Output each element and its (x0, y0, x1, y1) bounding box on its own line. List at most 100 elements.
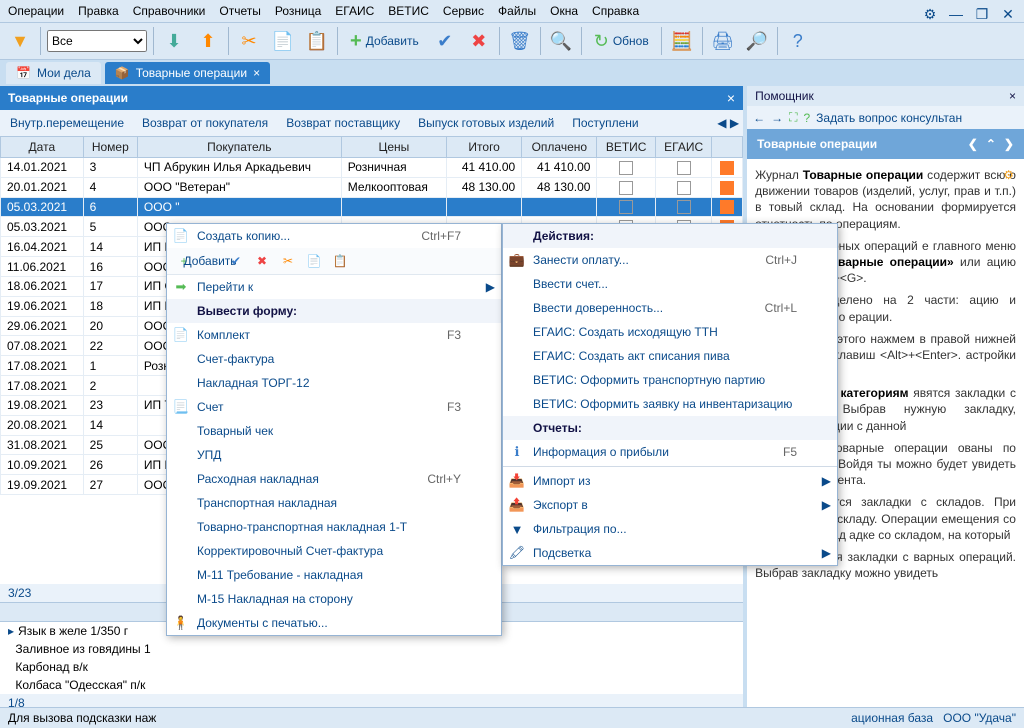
subtab[interactable]: Возврат поставщику (286, 116, 400, 130)
ctx-form-item[interactable]: 📃СчетF3 (167, 395, 501, 419)
close-panel-icon[interactable]: × (727, 90, 735, 106)
subtab[interactable]: Выпуск готовых изделий (418, 116, 554, 130)
grid-header[interactable]: ЕГАИС (655, 137, 712, 158)
expand-icon[interactable]: ⛶ (789, 110, 797, 125)
close-icon[interactable]: ✕ (998, 4, 1018, 24)
menu-item[interactable]: Правка (78, 4, 119, 18)
scroll-right-icon[interactable]: ◀ ▶ (713, 114, 743, 132)
ctx-form-item[interactable]: 🧍Документы с печатью... (167, 611, 501, 635)
menu-item[interactable]: Отчеты (219, 4, 260, 18)
menu-item[interactable]: Справочники (133, 4, 206, 18)
refresh-button[interactable]: ↻Обнов (588, 27, 655, 55)
nav-left-icon[interactable]: ❮ (968, 137, 978, 151)
calc-icon[interactable]: 🧮 (668, 27, 696, 55)
move-up-icon[interactable]: ⬆ (194, 27, 222, 55)
menu-item[interactable]: Окна (550, 4, 578, 18)
trash-icon[interactable]: 🗑 (506, 27, 534, 55)
paste-icon[interactable]: 📋 (331, 252, 349, 270)
menu-item[interactable]: Справка (592, 4, 639, 18)
menu-item[interactable]: ЕГАИС (335, 4, 374, 18)
menu-item[interactable]: Файлы (498, 4, 536, 18)
add-label[interactable]: Добавить (201, 252, 219, 270)
table-row[interactable]: 05.03.20216ООО " (1, 197, 743, 217)
table-row[interactable]: 14.01.20213ЧП Абрукин Илья АркадьевичРоз… (1, 158, 743, 178)
type-select[interactable]: Все (47, 30, 147, 52)
ctx-copy[interactable]: 📄Создать копию...Ctrl+F7 (167, 224, 501, 248)
forward-icon[interactable]: → (771, 111, 783, 125)
ctx-action-item[interactable]: ВЕТИС: Оформить заявку на инвентаризацию (503, 392, 837, 416)
ctx-form-item[interactable]: Корректировочный Счет-фактура (167, 539, 501, 563)
maximize-icon[interactable]: ❐ (972, 4, 992, 24)
ctx-action-item[interactable]: Ввести доверенность...Ctrl+L (503, 296, 837, 320)
gear-icon[interactable]: ⚙ (920, 4, 940, 24)
grid-header[interactable]: Оплачено (522, 137, 597, 158)
list-item[interactable]: Карбонад в/к (0, 658, 743, 676)
grid-header[interactable] (712, 137, 743, 158)
ctx-other-item[interactable]: 📥Импорт из▶ (503, 469, 837, 493)
ctx-form-item[interactable]: Накладная ТОРГ-12 (167, 371, 501, 395)
ctx-action-item[interactable]: ЕГАИС: Создать исходящую ТТН (503, 320, 837, 344)
filter-icon[interactable]: ▼ (6, 27, 34, 55)
ctx-form-item[interactable]: М-15 Накладная на сторону (167, 587, 501, 611)
settings-gear-icon[interactable]: ⚙ (1003, 167, 1014, 183)
nav-right-icon[interactable]: ❯ (1004, 137, 1014, 151)
ctx-form-item[interactable]: 📄КомплектF3 (167, 323, 501, 347)
ctx-action-item[interactable]: Ввести счет... (503, 272, 837, 296)
tab-mydeals[interactable]: 📅Мои дела (6, 62, 101, 84)
tab-goods-ops[interactable]: 📦Товарные операции× (105, 62, 270, 84)
list-item[interactable]: Заливное из говядины 1 (0, 640, 743, 658)
ctx-form-item[interactable]: Счет-фактура (167, 347, 501, 371)
menu-item[interactable]: ВЕТИС (388, 4, 429, 18)
ctx-form-item[interactable]: Транспортная накладная (167, 491, 501, 515)
ctx-form-item[interactable]: Товарно-транспортная накладная 1-Т (167, 515, 501, 539)
list-item[interactable]: Колбаса "Одесская" п/к (0, 676, 743, 694)
cut-icon[interactable]: ✂ (235, 27, 263, 55)
ctx-form-item[interactable]: М-11 Требование - накладная (167, 563, 501, 587)
grid-header[interactable]: Дата (1, 137, 84, 158)
delete-icon[interactable]: ✖ (465, 27, 493, 55)
menu-item[interactable]: Операции (8, 4, 64, 18)
copy-icon[interactable]: 📄 (305, 252, 323, 270)
cut-icon[interactable]: ✂ (279, 252, 297, 270)
subtab[interactable]: Поступлени (572, 116, 638, 130)
table-row[interactable]: 20.01.20214ООО "Ветеран"Мелкооптовая48 1… (1, 177, 743, 197)
minimize-icon[interactable]: — (946, 4, 966, 24)
grid-header[interactable]: Покупатель (137, 137, 341, 158)
add-button[interactable]: +Добавить (344, 27, 425, 55)
nav-up-icon[interactable]: ⌃ (986, 137, 996, 151)
print-icon[interactable]: 🖨 (709, 27, 737, 55)
grid-header[interactable]: ВЕТИС (597, 137, 655, 158)
check-icon[interactable]: ✔ (227, 252, 245, 270)
grid-header[interactable]: Номер (83, 137, 137, 158)
delete-icon[interactable]: ✖ (253, 252, 271, 270)
ctx-form-item[interactable]: Товарный чек (167, 419, 501, 443)
ctx-action-item[interactable]: ЕГАИС: Создать акт списания пива (503, 344, 837, 368)
check-icon[interactable]: ✔ (431, 27, 459, 55)
grid-header[interactable]: Цены (341, 137, 446, 158)
help-icon[interactable]: ? (784, 27, 812, 55)
ctx-other-item[interactable]: 📤Экспорт в▶ (503, 493, 837, 517)
subtab[interactable]: Возврат от покупателя (142, 116, 268, 130)
ctx-other-item[interactable]: ▼Фильтрация по... (503, 517, 837, 541)
tab-close-icon[interactable]: × (253, 66, 260, 80)
ctx-report-item[interactable]: ℹИнформация о прибылиF5 (503, 440, 837, 464)
close-help-icon[interactable]: × (1009, 89, 1016, 103)
ctx-action-item[interactable]: 💼Занести оплату...Ctrl+J (503, 248, 837, 272)
paste-icon[interactable]: 📋 (303, 27, 331, 55)
menu-item[interactable]: Сервис (443, 4, 484, 18)
doc-icon: 📃 (173, 399, 189, 415)
ctx-goto[interactable]: ➡Перейти к▶ (167, 275, 501, 299)
search-icon[interactable]: 🔍 (547, 27, 575, 55)
move-down-icon[interactable]: ⬇ (160, 27, 188, 55)
back-icon[interactable]: ← (753, 111, 765, 125)
preview-icon[interactable]: 🔎 (743, 27, 771, 55)
ctx-form-item[interactable]: Расходная накладнаяCtrl+Y (167, 467, 501, 491)
copy-icon[interactable]: 📄 (269, 27, 297, 55)
grid-header[interactable]: Итого (447, 137, 522, 158)
ctx-action-item[interactable]: ВЕТИС: Оформить транспортную партию (503, 368, 837, 392)
ctx-other-item[interactable]: 🖍Подсветка▶ (503, 541, 837, 565)
ask-link[interactable]: Задать вопрос консультан (816, 111, 962, 125)
menu-item[interactable]: Розница (275, 4, 321, 18)
ctx-form-item[interactable]: УПД (167, 443, 501, 467)
subtab[interactable]: Внутр.перемещение (10, 116, 124, 130)
